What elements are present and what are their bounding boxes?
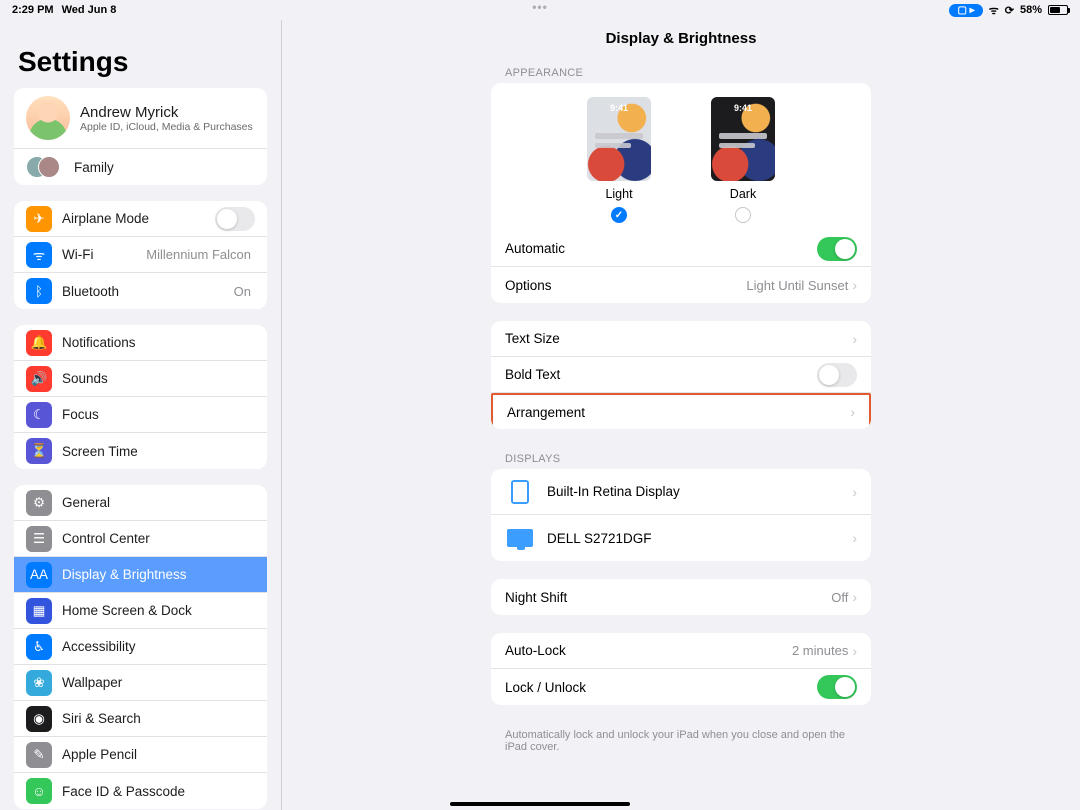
status-date: Wed Jun 8 [62, 4, 117, 16]
accessibility-icon: ♿︎ [26, 634, 52, 660]
appearance-option-dark[interactable]: 9:41 Dark [711, 97, 775, 223]
sidebar: Settings Andrew Myrick Apple ID, iCloud,… [0, 20, 282, 810]
text-size-icon: AA [26, 562, 52, 588]
chevron-right-icon: › [852, 530, 857, 546]
sidebar-item-siri[interactable]: ◉ Siri & Search [14, 701, 267, 737]
wifi-icon: ᯤ [26, 242, 52, 268]
family-avatar-icon [26, 154, 60, 180]
row-options[interactable]: Options Light Until Sunset › [491, 267, 871, 303]
sidebar-item-faceid[interactable]: ☺ Face ID & Passcode [14, 773, 267, 809]
status-time: 2:29 PM [12, 4, 54, 16]
chevron-right-icon: › [852, 589, 857, 605]
rotation-lock-icon: ⟳ [1005, 4, 1014, 17]
screen-mirror-pill[interactable]: ▢ ▸ [949, 4, 982, 17]
hourglass-icon: ⏳ [26, 438, 52, 464]
sidebar-item-notifications[interactable]: 🔔 Notifications [14, 325, 267, 361]
row-night-shift[interactable]: Night Shift Off › [491, 579, 871, 615]
section-header-displays: DISPLAYS [491, 447, 871, 469]
row-bold-text[interactable]: Bold Text [491, 357, 871, 393]
avatar [26, 96, 70, 140]
bell-icon: 🔔 [26, 330, 52, 356]
airplane-icon: ✈ [26, 206, 52, 232]
sidebar-item-control-center[interactable]: ☰ Control Center [14, 521, 267, 557]
moon-icon: ☾ [26, 402, 52, 428]
row-lock-unlock[interactable]: Lock / Unlock [491, 669, 871, 705]
section-header-appearance: APPEARANCE [491, 61, 871, 83]
automatic-toggle[interactable] [817, 237, 857, 261]
light-preview: 9:41 [587, 97, 651, 181]
sidebar-item-wifi[interactable]: ᯤ Wi-Fi Millennium Falcon [14, 237, 267, 273]
ipad-icon [505, 479, 535, 505]
sidebar-item-wallpaper[interactable]: ❀ Wallpaper [14, 665, 267, 701]
pencil-icon: ✎ [26, 742, 52, 768]
flower-icon: ❀ [26, 670, 52, 696]
sidebar-item-general[interactable]: ⚙ General [14, 485, 267, 521]
dark-radio[interactable] [735, 207, 751, 223]
speaker-icon: 🔊 [26, 366, 52, 392]
row-automatic[interactable]: Automatic [491, 231, 871, 267]
siri-icon: ◉ [26, 706, 52, 732]
sidebar-item-accessibility[interactable]: ♿︎ Accessibility [14, 629, 267, 665]
chevron-right-icon: › [852, 643, 857, 659]
content-pane: Display & Brightness APPEARANCE 9:41 Lig… [282, 20, 1080, 810]
sidebar-item-screentime[interactable]: ⏳ Screen Time [14, 433, 267, 469]
profile-name: Andrew Myrick [80, 104, 253, 121]
sidebar-item-pencil[interactable]: ✎ Apple Pencil [14, 737, 267, 773]
row-auto-lock[interactable]: Auto-Lock 2 minutes › [491, 633, 871, 669]
gear-icon: ⚙ [26, 490, 52, 516]
sidebar-item-display[interactable]: AA Display & Brightness [14, 557, 267, 593]
chevron-right-icon: › [852, 277, 857, 293]
row-arrangement[interactable]: Arrangement › [491, 393, 871, 429]
chevron-right-icon: › [852, 331, 857, 347]
footer-note: Automatically lock and unlock your iPad … [491, 723, 871, 759]
sidebar-item-airplane[interactable]: ✈ Airplane Mode [14, 201, 267, 237]
sidebar-item-apple-id[interactable]: Andrew Myrick Apple ID, iCloud, Media & … [14, 88, 267, 149]
bluetooth-icon: ᛒ [26, 278, 52, 304]
monitor-icon [505, 525, 535, 551]
home-indicator[interactable] [450, 802, 630, 806]
bold-text-toggle[interactable] [817, 363, 857, 387]
page-title: Display & Brightness [282, 20, 1080, 61]
light-radio[interactable] [611, 207, 627, 223]
wifi-icon: ᯤ [989, 3, 999, 18]
sidebar-item-bluetooth[interactable]: ᛒ Bluetooth On [14, 273, 267, 309]
row-text-size[interactable]: Text Size › [491, 321, 871, 357]
lock-unlock-toggle[interactable] [817, 675, 857, 699]
chevron-right-icon: › [850, 404, 855, 420]
chevron-right-icon: › [852, 484, 857, 500]
battery-icon [1048, 5, 1068, 15]
sliders-icon: ☰ [26, 526, 52, 552]
sidebar-item-focus[interactable]: ☾ Focus [14, 397, 267, 433]
status-bar: 2:29 PM Wed Jun 8 ••• ▢ ▸ ᯤ ⟳ 58% [0, 0, 1080, 20]
settings-title: Settings [14, 28, 267, 88]
dark-preview: 9:41 [711, 97, 775, 181]
grid-icon: ▦ [26, 598, 52, 624]
faceid-icon: ☺ [26, 778, 52, 804]
airplane-toggle[interactable] [215, 207, 255, 231]
row-external-display[interactable]: DELL S2721DGF › [491, 515, 871, 561]
battery-pct: 58% [1020, 4, 1042, 16]
sidebar-item-family[interactable]: Family [14, 149, 267, 185]
multitask-dots-icon[interactable]: ••• [532, 0, 548, 14]
row-builtin-display[interactable]: Built-In Retina Display › [491, 469, 871, 515]
profile-sub: Apple ID, iCloud, Media & Purchases [80, 121, 253, 133]
appearance-option-light[interactable]: 9:41 Light [587, 97, 651, 223]
sidebar-item-home-dock[interactable]: ▦ Home Screen & Dock [14, 593, 267, 629]
sidebar-item-sounds[interactable]: 🔊 Sounds [14, 361, 267, 397]
